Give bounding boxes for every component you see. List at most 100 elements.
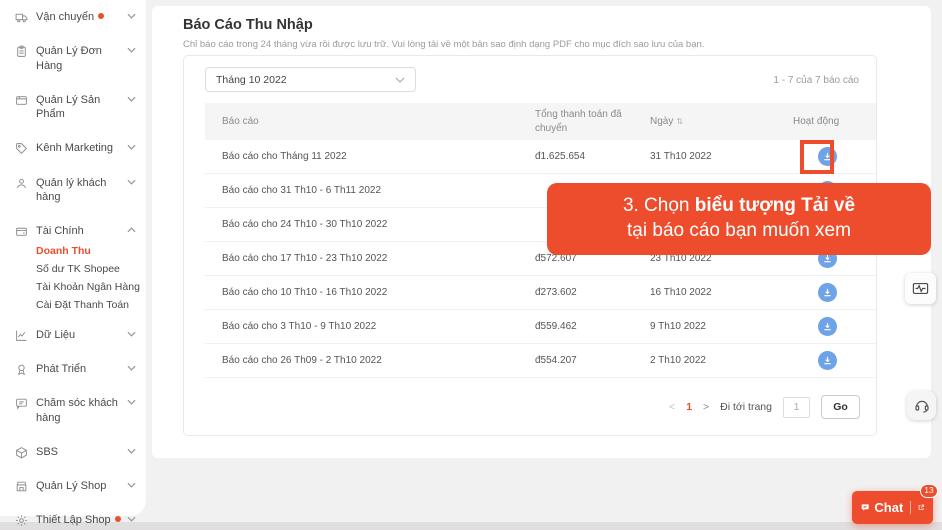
report-date: 16 Th10 2022 xyxy=(650,287,712,298)
sidebar-item-quan-ly-khach-hang[interactable]: Quản lý khách hàng xyxy=(0,176,146,205)
shop-icon xyxy=(15,480,28,493)
sidebar-item-phat-trien[interactable]: Phát Triển xyxy=(0,362,146,376)
chevron-up-icon xyxy=(127,227,136,233)
report-date: 9 Th10 2022 xyxy=(650,321,706,332)
sidebar-item-du-lieu[interactable]: Dữ Liệu xyxy=(0,328,146,342)
chevron-down-icon xyxy=(127,516,136,523)
sidebar-item-quan-ly-san-pham[interactable]: Quản Lý Sản Phẩm xyxy=(0,93,146,122)
download-button[interactable] xyxy=(818,317,837,336)
sidebar-item-label: Phát Triển xyxy=(36,362,87,375)
sidebar-item-quan-ly-don-hang[interactable]: Quản Lý Đơn Hàng xyxy=(0,44,146,73)
support-headset-button[interactable] xyxy=(907,391,936,420)
chevron-down-icon xyxy=(127,331,136,337)
sidebar-item-label: Quản Lý Sản Phẩm xyxy=(36,93,101,121)
report-name: Báo cáo cho 3 Th10 - 9 Th10 2022 xyxy=(222,321,377,332)
report-name: Báo cáo cho 10 Th10 - 16 Th10 2022 xyxy=(222,287,388,298)
report-amount: đ559.462 xyxy=(535,321,577,332)
sidebar-item-quan-ly-shop[interactable]: Quản Lý Shop xyxy=(0,479,146,493)
sidebar-item-label: Thiết Lập Shop xyxy=(36,514,111,527)
report-date: 2 Th10 2022 xyxy=(650,355,706,366)
page-subtitle: Chỉ báo cáo trong 24 tháng vừa rồi được … xyxy=(183,39,705,50)
chevron-down-icon xyxy=(127,399,136,405)
tag-icon xyxy=(15,142,28,155)
download-button[interactable] xyxy=(818,147,837,166)
column-header-report: Báo cáo xyxy=(222,116,259,127)
pagination-prev-button[interactable]: < xyxy=(669,401,675,413)
user-icon xyxy=(15,177,28,190)
go-button[interactable]: Go xyxy=(821,395,860,419)
report-amount: đ554.207 xyxy=(535,355,577,366)
chevron-down-icon xyxy=(127,482,136,488)
chevron-down-icon xyxy=(127,448,136,454)
chevron-down-icon xyxy=(127,47,136,53)
sidebar-item-thiet-lap-shop[interactable]: Thiết Lập Shop xyxy=(0,513,146,527)
headset-icon xyxy=(914,400,929,413)
table-row: Báo cáo cho 3 Th10 - 9 Th10 2022 đ559.46… xyxy=(205,310,876,344)
sidebar-item-kenh-marketing[interactable]: Kênh Marketing xyxy=(0,141,146,155)
report-name: Báo cáo cho 17 Th10 - 23 Th10 2022 xyxy=(222,253,388,264)
callout-step-prefix: 3. Chọn xyxy=(622,195,695,216)
month-filter-value: Tháng 10 2022 xyxy=(216,73,287,86)
goto-page-label: Đi tới trang xyxy=(720,401,772,413)
column-header-amount: Tổng thanh toán đã chuyển xyxy=(535,109,622,134)
sidebar-item-label: Quản Lý Đơn Hàng xyxy=(36,45,102,72)
table-row: Báo cáo cho Tháng 11 2022 đ1.625.654 31 … xyxy=(205,140,876,174)
chat-square-icon xyxy=(15,397,28,411)
chart-icon xyxy=(15,329,28,342)
pagination: < 1 > Đi tới trang Go xyxy=(669,395,860,419)
report-name: Báo cáo cho 26 Th09 - 2 Th10 2022 xyxy=(222,355,382,366)
sidebar-item-tai-chinh[interactable]: Tài Chính xyxy=(0,224,146,238)
sidebar-subitem-tai-khoan-ngan-hang[interactable]: Tài Khoản Ngân Hàng xyxy=(36,281,146,294)
main-panel: Báo Cáo Thu Nhập Chỉ báo cáo trong 24 th… xyxy=(152,6,931,458)
column-header-action: Hoạt động xyxy=(793,116,840,127)
goto-page-input[interactable] xyxy=(783,396,810,418)
report-amount: đ1.625.654 xyxy=(535,151,586,162)
sidebar-item-label: Quản lý khách hàng xyxy=(36,176,107,204)
notification-dot xyxy=(114,516,121,523)
sidebar-item-label: Vận chuyển xyxy=(36,11,95,23)
month-filter-dropdown[interactable]: Tháng 10 2022 xyxy=(205,67,416,92)
chevron-down-icon xyxy=(127,13,136,19)
table-row: Báo cáo cho 26 Th09 - 2 Th10 2022 đ554.2… xyxy=(205,344,876,378)
finance-submenu: Doanh Thu Số dư TK Shopee Tài Khoản Ngân… xyxy=(36,245,146,312)
chat-label: Chat xyxy=(874,500,904,515)
sidebar: Vận chuyển Quản Lý Đơn Hàng Quản Lý Sản … xyxy=(0,0,146,526)
pagination-next-button[interactable]: > xyxy=(703,401,709,413)
chevron-down-icon xyxy=(127,96,136,102)
chat-button[interactable]: Chat 13 xyxy=(852,484,938,524)
sort-icon: ⇅ xyxy=(676,117,684,126)
sidebar-item-sbs[interactable]: SBS xyxy=(0,445,146,459)
column-header-date[interactable]: Ngày ⇅ xyxy=(650,116,785,127)
chevron-down-icon xyxy=(127,179,136,185)
report-count: 1 - 7 của 7 báo cáo xyxy=(773,75,859,86)
popout-icon xyxy=(918,504,924,510)
report-date: 31 Th10 2022 xyxy=(650,151,712,162)
chevron-down-icon xyxy=(127,365,136,371)
pagination-page-1[interactable]: 1 xyxy=(686,401,692,413)
sidebar-item-label: Dữ Liệu xyxy=(36,328,76,341)
box-icon xyxy=(15,446,28,459)
sidebar-item-van-chuyen[interactable]: Vận chuyển xyxy=(0,10,146,24)
callout-line2: tại báo cáo bạn muốn xem xyxy=(627,220,851,241)
chat-unread-badge: 13 xyxy=(920,484,938,498)
download-button[interactable] xyxy=(818,283,837,302)
truck-icon xyxy=(15,11,28,24)
report-amount: đ273.602 xyxy=(535,287,577,298)
chevron-down-icon xyxy=(395,77,405,83)
pulse-monitor-icon xyxy=(912,282,929,295)
chat-bubble-icon xyxy=(861,504,869,511)
gear-icon xyxy=(15,514,28,527)
sidebar-item-label: Quản Lý Shop xyxy=(36,480,107,493)
performance-monitor-button[interactable] xyxy=(905,273,936,304)
sidebar-subitem-so-du-tk-shopee[interactable]: Số dư TK Shopee xyxy=(36,263,146,276)
medal-icon xyxy=(15,363,28,376)
sidebar-subitem-doanh-thu[interactable]: Doanh Thu xyxy=(36,245,146,258)
download-button[interactable] xyxy=(818,351,837,370)
chat-divider xyxy=(910,501,911,514)
sidebar-subitem-cai-dat-thanh-toan[interactable]: Cài Đặt Thanh Toán xyxy=(36,299,146,312)
sidebar-item-cham-soc-khach-hang[interactable]: Chăm sóc khách hàng xyxy=(0,396,146,425)
table-header: Báo cáo Tổng thanh toán đã chuyển Ngày ⇅ … xyxy=(205,103,876,140)
sidebar-item-label: Chăm sóc khách hàng xyxy=(36,397,118,424)
wallet-icon xyxy=(15,225,28,238)
table-row: Báo cáo cho 10 Th10 - 16 Th10 2022 đ273.… xyxy=(205,276,876,310)
